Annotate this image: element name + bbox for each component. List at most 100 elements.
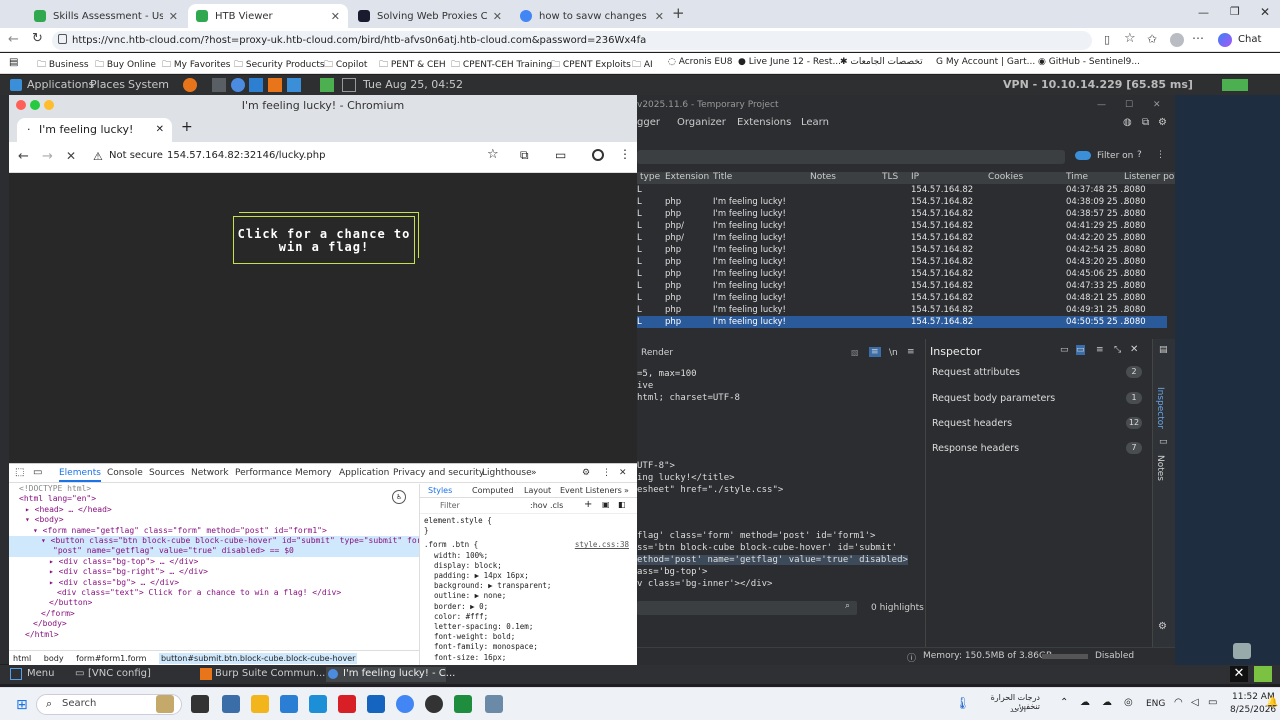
history-row[interactable]: Lphp I'm feeling lucky! 154.57.164.82 04:42… bbox=[637, 244, 1167, 256]
tab-performance[interactable]: Performance bbox=[235, 468, 292, 478]
history-row[interactable]: Lphp I'm feeling lucky! 154.57.164.82 04:38… bbox=[637, 196, 1167, 208]
app-icon[interactable] bbox=[485, 695, 503, 713]
col-notes[interactable]: Notes bbox=[810, 172, 836, 182]
monitor-icon[interactable] bbox=[320, 78, 334, 92]
task-view-icon[interactable] bbox=[191, 695, 209, 713]
pretty-icon[interactable]: ≡ bbox=[869, 347, 881, 357]
bookmark-star-icon[interactable]: ☆ bbox=[1124, 31, 1136, 46]
github-icon[interactable] bbox=[425, 695, 443, 713]
collapse-icon[interactable]: ⤡ bbox=[1114, 345, 1121, 355]
minimize-icon[interactable]: — bbox=[1198, 6, 1209, 19]
tab-application[interactable]: Application bbox=[339, 468, 389, 478]
workspace-indicator[interactable] bbox=[1254, 666, 1272, 682]
cloud-icon[interactable]: ☁ bbox=[1080, 697, 1090, 708]
history-row[interactable]: Lphp I'm feeling lucky! 154.57.164.82 04:47… bbox=[637, 280, 1167, 292]
menu-icon[interactable] bbox=[10, 668, 22, 680]
outer-tab-howto[interactable]: how to savw changes after doing ✕ bbox=[512, 4, 672, 28]
dom-node[interactable]: ▾ <form name="getflag" class="form" meth… bbox=[9, 526, 419, 536]
dom-node[interactable]: ▸ <div class="bg-right"> … </div> bbox=[9, 567, 419, 577]
history-row[interactable]: Lphp I'm feeling lucky! 154.57.164.82 04:50… bbox=[637, 316, 1167, 328]
forward-icon[interactable]: → bbox=[42, 149, 53, 164]
chat-button[interactable]: Chat bbox=[1238, 34, 1261, 45]
css-declaration[interactable]: border: ▶ 0; bbox=[420, 602, 637, 612]
layout-active-icon[interactable]: ▭ bbox=[1076, 345, 1085, 355]
crumb-form[interactable]: form#form1.form bbox=[76, 654, 146, 663]
history-row[interactable]: Lphp I'm feeling lucky! 154.57.164.82 04:49… bbox=[637, 304, 1167, 316]
onedrive-icon[interactable]: ☁ bbox=[1102, 697, 1112, 708]
tab-event-listeners[interactable]: Event Listeners bbox=[560, 486, 622, 495]
new-tab-button[interactable]: + bbox=[672, 4, 685, 22]
tab-privacy-security[interactable]: Privacy and security bbox=[393, 468, 484, 478]
tab-computed[interactable]: Computed bbox=[472, 486, 514, 495]
col-ip[interactable]: IP bbox=[911, 172, 919, 182]
favorites-icon[interactable]: ✩ bbox=[1147, 32, 1157, 46]
tab-elements[interactable]: Elements bbox=[59, 468, 101, 482]
minimize-icon[interactable] bbox=[44, 100, 54, 110]
menu-dots-icon[interactable]: ⋮ bbox=[619, 147, 631, 161]
close-icon[interactable]: ✕ bbox=[1230, 666, 1248, 682]
bookmark-buy-online[interactable]: 🗀 Buy Online bbox=[95, 57, 156, 73]
dom-node[interactable]: ▸ <head> … </head> bbox=[9, 505, 419, 515]
wifi-icon[interactable]: ◠ bbox=[1174, 697, 1183, 708]
profile-icon[interactable] bbox=[592, 149, 604, 161]
files-icon[interactable] bbox=[287, 78, 301, 92]
security-icon[interactable]: ◎ bbox=[1124, 697, 1133, 708]
chromium-icon[interactable] bbox=[231, 78, 245, 92]
layout-icon[interactable]: ▭ bbox=[1060, 345, 1069, 355]
close-icon[interactable]: ✕ bbox=[655, 10, 664, 23]
maximize-icon[interactable] bbox=[30, 100, 40, 110]
css-declaration[interactable]: font-family: monospace; bbox=[420, 642, 637, 652]
weather-text[interactable]: درجات الحرارة تنخف... bbox=[970, 693, 1040, 711]
device-toolbar-icon[interactable]: ▭ bbox=[33, 467, 42, 478]
close-icon[interactable]: ✕ bbox=[331, 10, 340, 23]
outer-tab-solving[interactable]: Solving Web Proxies CTF Challeng ✕ bbox=[350, 4, 510, 28]
search-highlight-icon[interactable] bbox=[156, 695, 174, 713]
outer-tab-htb-viewer[interactable]: HTB Viewer ✕ bbox=[188, 4, 348, 28]
close-icon[interactable]: ✕ bbox=[493, 10, 502, 23]
volume-icon[interactable]: ◁ bbox=[1191, 697, 1199, 708]
stop-icon[interactable]: ✕ bbox=[66, 149, 76, 163]
history-row[interactable]: Lphp I'm feeling lucky! 154.57.164.82 04:38… bbox=[637, 208, 1167, 220]
gear-icon[interactable]: ⚙ bbox=[1158, 117, 1167, 128]
bookmark-cpent-ceh-training[interactable]: 🗀 CPENT-CEH Training bbox=[451, 57, 552, 73]
dom-node[interactable]: </form> bbox=[9, 609, 419, 619]
col-title[interactable]: Title bbox=[713, 172, 732, 182]
notes-side-tab[interactable]: Notes bbox=[1155, 455, 1165, 481]
dom-node[interactable]: </html> bbox=[9, 630, 419, 640]
tab-styles[interactable]: Styles bbox=[428, 486, 452, 495]
tab-console[interactable]: Console bbox=[107, 468, 143, 478]
chat-bubble-icon[interactable] bbox=[1233, 643, 1251, 659]
minimize-icon[interactable]: — bbox=[1097, 95, 1106, 115]
paint-icon[interactable]: ▣ bbox=[602, 500, 610, 509]
css-declaration[interactable]: color: #fff; bbox=[420, 612, 637, 622]
inspector-side-tab[interactable]: Inspector bbox=[1155, 387, 1165, 429]
css-declaration[interactable]: display: block; bbox=[420, 561, 637, 571]
new-tab-button[interactable]: + bbox=[181, 119, 193, 135]
menu-dots-icon[interactable]: ⋯ bbox=[1192, 31, 1204, 45]
system-menu[interactable]: System bbox=[128, 78, 169, 91]
firefox-icon[interactable] bbox=[183, 78, 197, 92]
bookmark-cpent-exploits[interactable]: 🗀 CPENT Exploits bbox=[551, 57, 631, 73]
css-declaration[interactable]: letter-spacing: 0.1em; bbox=[420, 622, 637, 632]
chromium-tab[interactable]: · I'm feeling lucky! ✕ bbox=[17, 118, 172, 142]
css-declaration[interactable]: outline: ▶ none; bbox=[420, 591, 637, 601]
terminal-icon[interactable] bbox=[212, 78, 226, 92]
filter-toggle[interactable] bbox=[1075, 151, 1091, 160]
bookmark-copilot[interactable]: 🗀 Copilot bbox=[324, 57, 367, 73]
url-field[interactable]: 154.57.164.82:32146/lucky.php bbox=[167, 150, 325, 161]
styles-filter-input[interactable]: Filter bbox=[440, 501, 460, 510]
maximize-icon[interactable]: ☐ bbox=[1125, 95, 1133, 115]
notes-icon[interactable] bbox=[342, 78, 356, 92]
menu-extensions[interactable]: Extensions bbox=[737, 117, 791, 128]
tab-lighthouse[interactable]: Lighthouse bbox=[482, 468, 532, 478]
outlook-icon[interactable] bbox=[367, 695, 385, 713]
lucky-submit-button[interactable]: Click for a chance to win a flag! bbox=[233, 216, 415, 264]
battery-icon[interactable]: ▭ bbox=[1208, 697, 1217, 708]
globe-icon[interactable]: ◍ bbox=[1123, 117, 1132, 128]
tab-memory[interactable]: Memory bbox=[295, 468, 332, 478]
dom-node-selected[interactable]: ▾ <button class="btn block-cube block-cu… bbox=[9, 536, 419, 547]
outer-url-field[interactable]: https://vnc.htb-cloud.com/?host=proxy-uk… bbox=[52, 31, 1092, 50]
css-declaration[interactable]: font-weight: bold; bbox=[420, 632, 637, 642]
extensions-icon[interactable]: ⧉ bbox=[520, 148, 529, 163]
hov-cls-toggle[interactable]: :hov .cls bbox=[530, 501, 563, 510]
